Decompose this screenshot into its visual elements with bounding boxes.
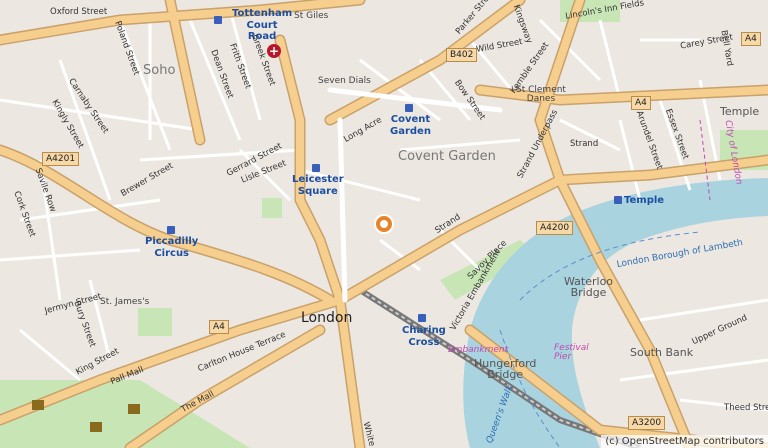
station-icon: [214, 16, 222, 24]
st-james-label: St. James's: [100, 297, 150, 307]
a4200-shield: A4200: [536, 221, 574, 235]
festival-pier-label: Festival Pier: [554, 343, 589, 362]
london-label: London: [301, 310, 353, 326]
seven-dials-label: Seven Dials: [318, 76, 371, 86]
temple-area-label: Temple: [720, 105, 760, 118]
castle-icon: [32, 400, 44, 410]
a4201-shield: A4201: [42, 152, 80, 166]
hungerford-bridge-label: Hungerford Bridge: [474, 357, 537, 381]
station-icon: [312, 164, 320, 172]
river-thames: [463, 178, 768, 448]
castle-icon: [90, 422, 102, 432]
waterloo-bridge-label: Waterloo Bridge: [564, 275, 614, 299]
map-view[interactable]: Oxford Street Tottenham Court Road St Gi…: [0, 0, 768, 448]
b402-shield: B402: [446, 48, 478, 62]
station-icon: [418, 314, 426, 322]
theed-street-label: Theed Street: [724, 403, 768, 413]
embankment-pier-label: Embankment: [448, 345, 509, 355]
covent-garden-station-label: Covent Garden: [390, 114, 431, 137]
soho-label: Soho: [143, 63, 176, 78]
covent-garden-area-label: Covent Garden: [398, 149, 496, 164]
location-pin-icon[interactable]: [373, 213, 395, 235]
leicester-square-garden: [262, 198, 282, 218]
st-james-square: [138, 308, 172, 336]
strand-label-2: Strand: [570, 139, 599, 149]
location-pin-graphic: [374, 214, 394, 234]
a4-shield-e: A4: [631, 96, 651, 110]
hospital-icon: +: [267, 44, 281, 58]
south-bank-label: South Bank: [630, 346, 694, 359]
oxford-street-label: Oxford Street: [50, 7, 108, 17]
piccadilly-circus-label: Piccadilly Circus: [145, 236, 199, 259]
station-icon: [614, 196, 622, 204]
st-clement-danes-label: St Clement Danes: [516, 85, 566, 104]
station-icon: [405, 104, 413, 112]
map-attribution[interactable]: (c) OpenStreetMap contributors: [601, 435, 768, 448]
leicester-square-label: Leicester Square: [292, 174, 344, 197]
tottenham-court-road-label: Tottenham Court Road: [232, 8, 293, 42]
a4-shield-ne: A4: [741, 32, 761, 46]
temple-station-label: Temple: [624, 195, 665, 206]
st-giles-label: St Giles: [294, 11, 329, 21]
a4-shield-sw: A4: [209, 320, 229, 334]
charing-cross-label: Charing Cross: [402, 325, 446, 348]
a3200-shield: A3200: [628, 416, 666, 430]
castle-icon: [128, 404, 140, 414]
station-icon: [167, 226, 175, 234]
